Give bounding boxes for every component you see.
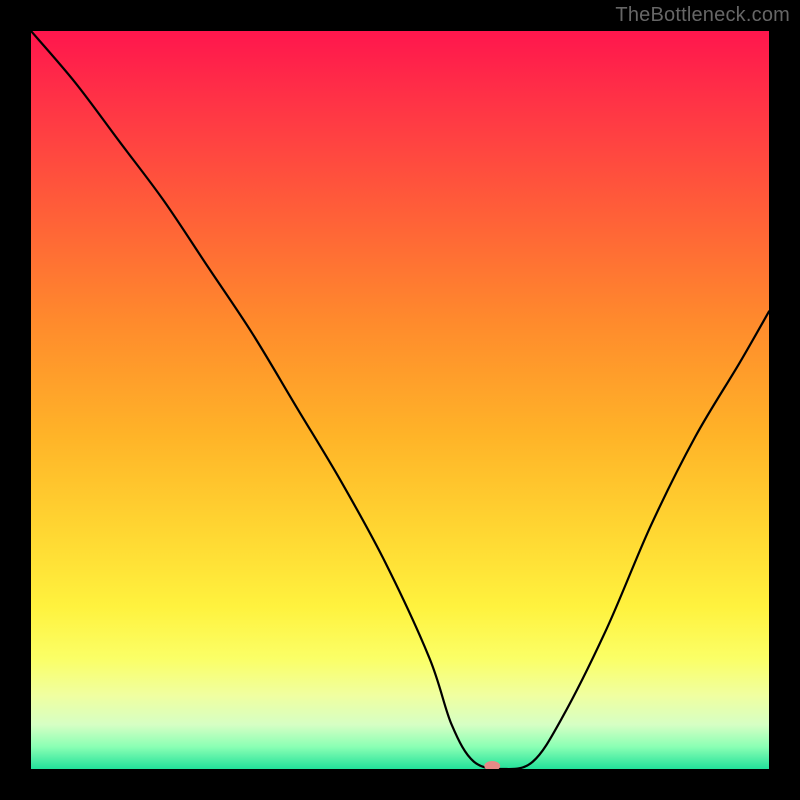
gradient-background [31, 31, 769, 769]
bottleneck-plot [31, 31, 769, 769]
plot-area [31, 31, 769, 769]
chart-frame: TheBottleneck.com [0, 0, 800, 800]
watermark-text: TheBottleneck.com [615, 4, 790, 27]
